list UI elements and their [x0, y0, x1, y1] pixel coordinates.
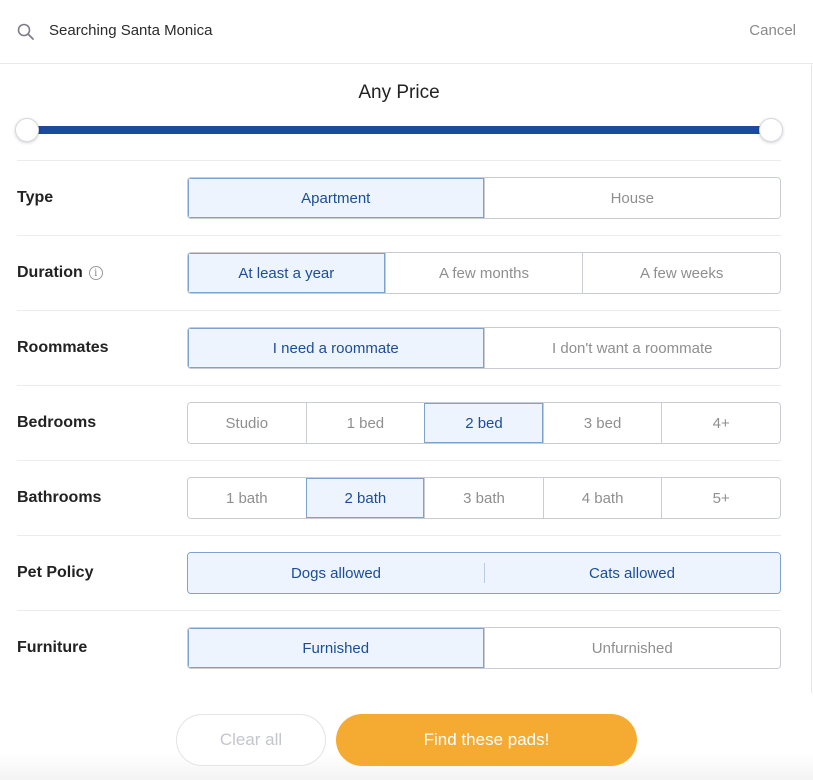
option-i-don-t-want-a-roommate[interactable]: I don't want a roommate — [483, 328, 780, 368]
option-i-need-a-roommate[interactable]: I need a roommate — [188, 328, 484, 368]
option-a-few-months[interactable]: A few months — [384, 253, 583, 293]
option-4[interactable]: 4+ — [661, 403, 780, 443]
option-1-bath[interactable]: 1 bath — [188, 478, 306, 518]
filter-row-type: Type Apartment House — [17, 160, 781, 235]
option-studio[interactable]: Studio — [188, 403, 306, 443]
search-location-text[interactable]: Searching Santa Monica — [49, 21, 212, 41]
footer-actions: Clear all Find these pads! — [0, 693, 813, 780]
search-header: Searching Santa Monica Cancel — [0, 0, 813, 64]
bathrooms-segmented-control: 1 bath 2 bath 3 bath 4 bath 5+ — [187, 477, 781, 519]
filter-label: Pet Policy — [17, 536, 93, 610]
price-slider-track[interactable] — [27, 126, 771, 134]
filter-label-text: Bathrooms — [17, 489, 102, 506]
pet-policy-segmented-control: Dogs allowed Cats allowed — [187, 552, 781, 594]
filter-label-text: Type — [17, 189, 54, 206]
option-furnished[interactable]: Furnished — [188, 628, 484, 668]
option-unfurnished[interactable]: Unfurnished — [483, 628, 780, 668]
filter-row-duration: Duration i At least a year A few months A fe… — [17, 235, 781, 310]
filter-label: Furniture — [17, 611, 87, 685]
find-pads-button[interactable]: Find these pads! — [336, 714, 637, 766]
search-icon — [17, 23, 34, 40]
price-title: Any Price — [358, 82, 440, 103]
filter-label: Roommates — [17, 311, 109, 385]
option-cats-allowed[interactable]: Cats allowed — [484, 553, 780, 593]
filter-label: Duration i — [17, 236, 103, 310]
option-4-bath[interactable]: 4 bath — [542, 478, 662, 518]
filter-row-bedrooms: Bedrooms Studio 1 bed 2 bed 3 bed 4+ — [17, 385, 781, 460]
duration-segmented-control: At least a year A few months A few weeks — [187, 252, 781, 294]
filter-label-text: Duration — [17, 264, 83, 281]
type-segmented-control: Apartment House — [187, 177, 781, 219]
option-at-least-a-year[interactable]: At least a year — [188, 253, 385, 293]
option-1-bed[interactable]: 1 bed — [305, 403, 425, 443]
bedrooms-segmented-control: Studio 1 bed 2 bed 3 bed 4+ — [187, 402, 781, 444]
option-house[interactable]: House — [483, 178, 780, 218]
filter-label: Bathrooms — [17, 461, 101, 535]
price-slider-max-handle[interactable] — [759, 118, 783, 142]
option-3-bath[interactable]: 3 bath — [424, 478, 543, 518]
filter-label: Bedrooms — [17, 386, 96, 460]
filter-label-text: Furniture — [17, 639, 88, 656]
option-apartment[interactable]: Apartment — [188, 178, 484, 218]
filter-label-text: Pet Policy — [17, 564, 94, 581]
option-2-bed[interactable]: 2 bed — [424, 403, 543, 443]
filter-row-roommates: Roommates I need a roommate I don't want a… — [17, 310, 781, 385]
filter-row-pet-policy: Pet Policy Dogs allowed Cats allowed — [17, 535, 781, 610]
option-3-bed[interactable]: 3 bed — [542, 403, 662, 443]
option-5[interactable]: 5+ — [661, 478, 780, 518]
roommates-segmented-control: I need a roommate I don't want a roommate — [187, 327, 781, 369]
filter-row-bathrooms: Bathrooms 1 bath 2 bath 3 bath 4 bath 5+ — [17, 460, 781, 535]
option-dogs-allowed[interactable]: Dogs allowed — [188, 553, 484, 593]
filter-label-text: Roommates — [17, 339, 109, 356]
furniture-segmented-control: Furnished Unfurnished — [187, 627, 781, 669]
option-2-bath[interactable]: 2 bath — [305, 478, 425, 518]
cancel-button[interactable]: Cancel — [749, 21, 796, 41]
clear-all-button[interactable]: Clear all — [176, 714, 326, 766]
option-a-few-weeks[interactable]: A few weeks — [582, 253, 780, 293]
price-slider-min-handle[interactable] — [15, 118, 39, 142]
filters-panel: Any Price Type Apartment House Duration i At … — [0, 65, 812, 693]
filter-label-text: Bedrooms — [17, 414, 97, 431]
filter-label: Type — [17, 161, 53, 235]
info-icon[interactable]: i — [88, 266, 103, 280]
filter-row-furniture: Furniture Furnished Unfurnished — [17, 610, 781, 685]
